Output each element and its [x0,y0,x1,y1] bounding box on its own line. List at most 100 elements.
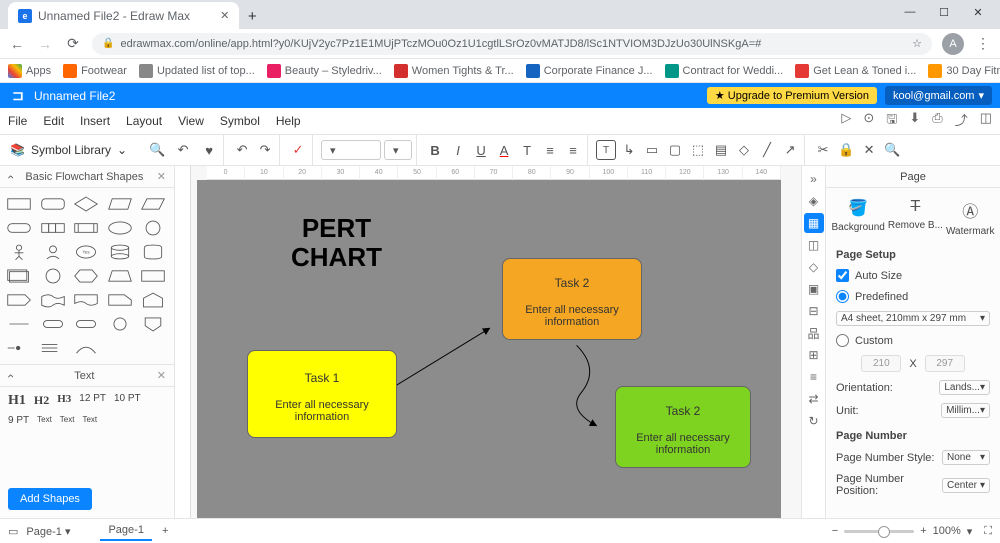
shape-wave[interactable] [38,290,68,310]
shape-card[interactable] [4,266,34,286]
grid-icon[interactable]: ⊞ [804,345,824,365]
shape-doc[interactable] [71,290,101,310]
shape-trapezoid[interactable] [138,194,168,214]
window-maximize-icon[interactable]: ☐ [928,0,960,24]
rect-tool-icon[interactable]: ▭ [642,140,662,160]
shape-pill2[interactable] [71,314,101,334]
close-panel-icon[interactable]: ✕ [157,170,166,183]
task1-node[interactable]: Task 1 Enter all necessary information [247,350,397,438]
arrow-icon[interactable]: ↗ [780,140,800,160]
shape-icon[interactable]: ◇ [734,140,754,160]
shape-cylinder[interactable] [105,242,135,262]
predefined-radio[interactable] [836,290,849,303]
add-shapes-button[interactable]: Add Shapes [8,488,92,510]
align-center-icon[interactable]: ≡ [563,140,583,160]
close-tab-icon[interactable]: ✕ [220,9,229,22]
bookmark-item[interactable]: Women Tights & Tr... [394,64,514,78]
shape-arc[interactable] [71,338,101,358]
flowchart-shapes-header[interactable]: › Basic Flowchart Shapes ✕ [0,166,174,188]
share-icon[interactable]: ⤴ [955,110,968,132]
pn-position-dropdown[interactable]: Center▾ [942,478,990,493]
zoom-out-button[interactable]: − [832,525,838,537]
shape-hexagon[interactable] [71,266,101,286]
bold-icon[interactable]: B [425,140,445,160]
text-tool-icon[interactable]: T [596,140,616,160]
star-icon[interactable]: ☆ [912,37,922,50]
profile-avatar[interactable]: A [942,33,964,55]
shape-diamond[interactable] [71,194,101,214]
shape-line2[interactable] [4,314,34,334]
bookmark-item[interactable]: Footwear [63,64,127,78]
layers-icon[interactable]: ◫ [804,235,824,255]
menu-help[interactable]: Help [276,114,301,128]
group-icon[interactable]: ◫ [980,110,992,132]
save-icon[interactable]: 🖫 [886,110,897,132]
rounded-rect-icon[interactable]: ▢ [665,140,685,160]
canvas-sheet[interactable]: PERT CHART Task 1 Enter all necessary in… [197,180,781,518]
add-page-button[interactable]: + [162,525,168,537]
remove-bg-button[interactable]: TRemove B... [888,198,943,237]
width-input[interactable] [861,355,901,372]
window-minimize-icon[interactable]: — [894,0,926,24]
symbol-library-label[interactable]: Symbol Library [31,143,111,157]
address-bar[interactable]: 🔒 edrawmax.com/online/app.html?y0/KUjV2y… [92,33,932,55]
zoom-in-button[interactable]: + [920,525,926,537]
text-panel-header[interactable]: › Text ✕ [0,365,174,387]
watermark-button[interactable]: ⒶWatermark [946,198,995,237]
shape-props-icon[interactable]: ◇ [804,257,824,277]
shape-dash[interactable] [4,338,34,358]
height-input[interactable] [925,355,965,372]
menu-edit[interactable]: Edit [43,114,64,128]
text-block[interactable]: Text [82,415,97,426]
bookmark-item[interactable]: Beauty – Styledriv... [267,64,382,78]
text-h2[interactable]: H2 [34,393,49,409]
connector-icon[interactable]: ↳ [619,140,639,160]
align-icon[interactable]: ≡ [804,367,824,387]
text-9pt[interactable]: 9 PT [8,415,29,426]
kebab-menu-icon[interactable]: ⋮ [974,35,992,52]
page-nav-icon[interactable]: ▭ [8,525,18,538]
format-painter-icon[interactable]: ✓ [288,140,308,160]
nav-reload-icon[interactable]: ⟳ [64,35,82,52]
text-format-icon[interactable]: T [517,140,537,160]
user-menu[interactable]: kool@gmail.com▾ [885,86,992,105]
data-icon[interactable]: ⊟ [804,301,824,321]
fullscreen-icon[interactable]: ⛶ [984,525,992,538]
menu-file[interactable]: File [8,114,27,128]
new-tab-button[interactable]: + [239,3,265,29]
underline-icon[interactable]: U [471,140,491,160]
text-10pt[interactable]: 10 PT [114,393,141,409]
shape-decision-yes[interactable]: Yes [71,242,101,262]
task3-node[interactable]: Task 2 Enter all necessary information [615,386,751,468]
bookmark-item[interactable]: Corporate Finance J... [526,64,653,78]
search-icon[interactable]: 🔍 [147,140,167,160]
group-icon[interactable]: ▣ [804,279,824,299]
shape-parallelogram[interactable] [105,194,135,214]
orientation-dropdown[interactable]: Lands...▾ [939,380,990,395]
undo-arrow-icon[interactable]: ↶ [173,140,193,160]
auto-size-checkbox[interactable] [836,269,849,282]
pn-style-dropdown[interactable]: None▾ [942,450,990,465]
heart-icon[interactable]: ♥ [199,140,219,160]
shape-database[interactable] [138,242,168,262]
shape-stack[interactable] [38,218,68,238]
shape-shield[interactable] [138,314,168,334]
menu-symbol[interactable]: Symbol [220,114,260,128]
shape-tab[interactable] [105,290,135,310]
menu-insert[interactable]: Insert [80,114,110,128]
bookmark-item[interactable]: Updated list of top... [139,64,255,78]
shape-actor[interactable] [4,242,34,262]
text-h1[interactable]: H1 [8,393,26,409]
text-block[interactable]: Text [60,415,75,426]
shape-home[interactable] [138,290,168,310]
unit-dropdown[interactable]: Millim...▾ [941,403,990,418]
shape-circle[interactable] [138,218,168,238]
image-icon[interactable]: ▤ [711,140,731,160]
font-size-dropdown[interactable]: ▾ [384,140,412,160]
align-left-icon[interactable]: ≡ [540,140,560,160]
history-icon[interactable]: ↻ [804,411,824,431]
pert-chart-title[interactable]: PERT CHART [291,214,382,271]
crop-icon[interactable]: ✂ [813,140,833,160]
menu-layout[interactable]: Layout [126,114,162,128]
paint-bucket-icon[interactable]: ◈ [804,191,824,211]
